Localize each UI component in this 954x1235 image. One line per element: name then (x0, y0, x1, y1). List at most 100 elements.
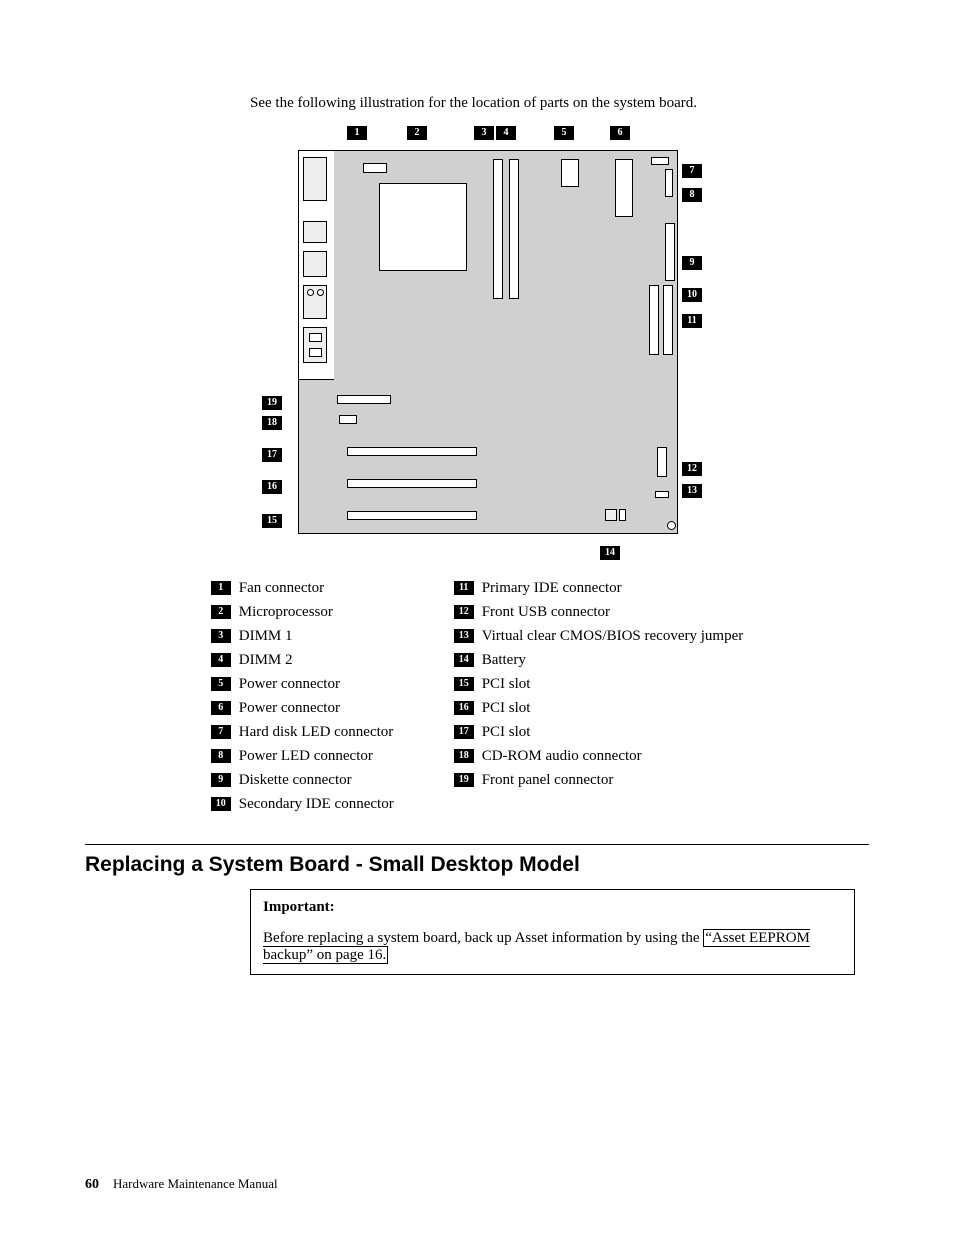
legend-col-right: 11 Primary IDE connector 12 Front USB conne… (454, 578, 744, 814)
number-badge: 10 (211, 797, 231, 811)
note-title: Important: (263, 899, 842, 916)
legend-text: Microprocessor (239, 604, 333, 621)
callout-10: 10 (682, 288, 702, 302)
page-footer: 60 Hardware Maintenance Manual (85, 1176, 278, 1193)
callout-18: 18 (262, 416, 282, 430)
number-badge: 3 (211, 629, 231, 643)
number-badge: 13 (454, 629, 474, 643)
number-badge: 19 (454, 773, 474, 787)
legend: 1Fan connector2Microprocessor3DIMM 14DIM… (85, 578, 869, 814)
callout-3: 3 (474, 126, 494, 140)
legend-row: 7 Hard disk LED connector (211, 722, 394, 742)
legend-row: 1Fan connector (211, 578, 394, 598)
legend-text: Front USB connector (482, 604, 610, 621)
legend-text: PCI slot (482, 676, 531, 693)
number-badge: 17 (454, 725, 474, 739)
legend-col-left: 1Fan connector2Microprocessor3DIMM 14DIM… (211, 578, 394, 814)
legend-text: Hard disk LED connector (239, 724, 394, 741)
legend-text: DIMM 1 (239, 628, 293, 645)
part-battery (619, 509, 626, 521)
part-primary-ide (663, 285, 673, 355)
board-outline (298, 150, 678, 534)
part-cmos-jumper (655, 491, 669, 498)
part-hdd-led (651, 157, 669, 165)
callout-15: 15 (262, 514, 282, 528)
legend-text: PCI slot (482, 700, 531, 717)
part-microprocessor (379, 183, 467, 271)
system-board-diagram: 123456 78910111213 1918171615 14 (252, 126, 702, 566)
part-pci-16 (347, 479, 477, 488)
important-note: Important: Before replacing a system boa… (250, 889, 855, 975)
callout-16: 16 (262, 480, 282, 494)
number-badge: 15 (454, 677, 474, 691)
intro-text: See the following illustration for the l… (250, 95, 869, 112)
legend-text: Secondary IDE connector (239, 796, 394, 813)
legend-row: 19 Front panel connector (454, 770, 744, 790)
part-front-panel (337, 395, 391, 404)
part-dimm-1 (493, 159, 503, 299)
footer-doc-title: Hardware Maintenance Manual (113, 1176, 278, 1192)
legend-row: 6Power connector (211, 698, 394, 718)
callout-19: 19 (262, 396, 282, 410)
callout-12: 12 (682, 462, 702, 476)
number-badge: 12 (454, 605, 474, 619)
legend-row: 17 PCI slot (454, 722, 744, 742)
legend-text: Diskette connector (239, 772, 352, 789)
callout-17: 17 (262, 448, 282, 462)
legend-text: CD-ROM audio connector (482, 748, 642, 765)
number-badge: 5 (211, 677, 231, 691)
part-secondary-ide (649, 285, 659, 355)
legend-text: Power connector (239, 676, 340, 693)
legend-row: 5 Power connector (211, 674, 394, 694)
legend-text: DIMM 2 (239, 652, 293, 669)
number-badge: 7 (211, 725, 231, 739)
section-heading: Replacing a System Board - Small Desktop… (85, 853, 869, 877)
part-power-connector-5 (561, 159, 579, 187)
legend-text: Power connector (239, 700, 340, 717)
legend-row: 11 Primary IDE connector (454, 578, 744, 598)
callout-6: 6 (610, 126, 630, 140)
legend-row: 9Diskette connector (211, 770, 394, 790)
legend-text: Front panel connector (482, 772, 614, 789)
legend-row: 12 Front USB connector (454, 602, 744, 622)
legend-row: 15 PCI slot (454, 674, 744, 694)
number-badge: 4 (211, 653, 231, 667)
part-pci-17 (347, 447, 477, 456)
document-page: See the following illustration for the l… (0, 0, 954, 1235)
legend-row: 13 Virtual clear CMOS/BIOS recovery jumpe… (454, 626, 744, 646)
part-dimm-2 (509, 159, 519, 299)
number-badge: 14 (454, 653, 474, 667)
part-pci-15 (347, 511, 477, 520)
callout-1: 1 (347, 126, 367, 140)
callout-5: 5 (554, 126, 574, 140)
legend-text: Power LED connector (239, 748, 373, 765)
part-power-led (665, 169, 673, 197)
page-number: 60 (85, 1177, 99, 1193)
section-rule (85, 844, 869, 845)
legend-row: 3 DIMM 1 (211, 626, 394, 646)
legend-text: Battery (482, 652, 526, 669)
legend-row: 10 Secondary IDE connector (211, 794, 394, 814)
number-badge: 18 (454, 749, 474, 763)
legend-row: 16 PCI slot (454, 698, 744, 718)
legend-row: 14 Battery (454, 650, 744, 670)
part-cd-audio (339, 415, 357, 424)
part-front-usb (657, 447, 667, 477)
callout-2: 2 (407, 126, 427, 140)
diagram-container: 123456 78910111213 1918171615 14 (85, 126, 869, 566)
number-badge: 16 (454, 701, 474, 715)
callout-14: 14 (600, 546, 620, 560)
legend-row: 4 DIMM 2 (211, 650, 394, 670)
callout-13: 13 (682, 484, 702, 498)
number-badge: 11 (454, 581, 474, 595)
callout-9: 9 (682, 256, 702, 270)
legend-text: Virtual clear CMOS/BIOS recovery jumper (482, 628, 744, 645)
part-fan-connector (363, 163, 387, 173)
callout-8: 8 (682, 188, 702, 202)
part-power-connector-6 (615, 159, 633, 217)
legend-text: PCI slot (482, 724, 531, 741)
callout-11: 11 (682, 314, 702, 328)
legend-text: Primary IDE connector (482, 580, 622, 597)
number-badge: 8 (211, 749, 231, 763)
rear-io-block (298, 150, 334, 380)
